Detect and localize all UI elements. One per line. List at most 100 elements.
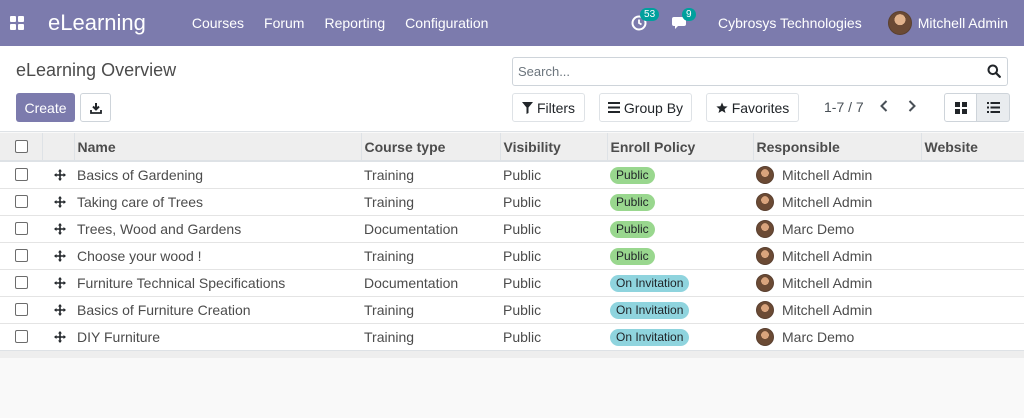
cell-name[interactable]: Choose your wood ! <box>74 241 361 269</box>
table-row[interactable]: Trees, Wood and Gardens Documentation Publ… <box>0 214 1024 242</box>
cell-website[interactable] <box>921 214 1024 242</box>
search-input[interactable] <box>513 58 973 85</box>
cell-responsible[interactable]: Mitchell Admin <box>753 187 921 215</box>
drag-handle-icon[interactable] <box>45 195 74 208</box>
list-view-icon[interactable] <box>977 93 1010 122</box>
filters-button[interactable]: Filters <box>512 93 585 122</box>
cell-website[interactable] <box>921 295 1024 323</box>
messages-badge: 9 <box>682 8 696 21</box>
column-name[interactable]: Name <box>73 133 361 162</box>
table-row[interactable]: Taking care of Trees Training Public Public… <box>0 187 1024 215</box>
groupby-button[interactable]: Group By <box>599 93 692 122</box>
messages-chat-icon[interactable]: 9 <box>672 8 696 32</box>
favorites-label: Favorites <box>731 99 790 116</box>
cell-course-type[interactable]: Training <box>361 187 500 215</box>
cell-course-type[interactable]: Training <box>361 241 500 269</box>
column-responsible[interactable]: Responsible <box>752 133 921 162</box>
kanban-view-icon[interactable] <box>944 93 977 122</box>
cell-responsible[interactable]: Marc Demo <box>753 214 921 242</box>
row-checkbox[interactable] <box>15 330 28 343</box>
column-visibility[interactable]: Visibility <box>499 133 607 162</box>
cell-course-type[interactable]: Documentation <box>361 214 500 242</box>
cell-course-type[interactable]: Training <box>361 295 500 323</box>
column-website[interactable]: Website <box>920 133 1024 162</box>
table-row[interactable]: Furniture Technical Specifications Docume… <box>0 268 1024 296</box>
cell-visibility[interactable]: Public <box>500 214 607 242</box>
cell-name[interactable]: Basics of Gardening <box>74 160 361 188</box>
table-row[interactable]: DIY Furniture Training Public On Invitation… <box>0 322 1024 350</box>
responsible-name: Mitchell Admin <box>782 274 873 291</box>
filter-icon <box>521 101 533 114</box>
cell-name[interactable]: Trees, Wood and Gardens <box>74 214 361 242</box>
drag-handle-icon[interactable] <box>45 303 74 316</box>
responsible-avatar <box>756 300 774 319</box>
cell-name[interactable]: Furniture Technical Specifications <box>74 268 361 296</box>
menu-item-courses[interactable]: Courses <box>192 15 244 31</box>
cell-enroll-policy[interactable]: On Invitation <box>607 268 753 296</box>
row-checkbox[interactable] <box>15 276 28 289</box>
table-row[interactable]: Choose your wood ! Training Public Public Mi… <box>0 241 1024 269</box>
responsible-avatar <box>756 273 774 292</box>
cell-name[interactable]: Basics of Furniture Creation <box>74 295 361 323</box>
drag-handle-icon[interactable] <box>45 168 74 181</box>
column-course-type[interactable]: Course type <box>360 133 500 162</box>
cell-enroll-policy[interactable]: Public <box>607 187 753 215</box>
cell-course-type[interactable]: Training <box>361 322 500 350</box>
cell-responsible[interactable]: Mitchell Admin <box>753 241 921 269</box>
pager-value[interactable]: 1-7 / 7 <box>824 99 864 115</box>
table-row[interactable]: Basics of Furniture Creation Training Publ… <box>0 295 1024 323</box>
drag-handle-icon[interactable] <box>45 276 74 289</box>
cell-visibility[interactable]: Public <box>500 295 607 323</box>
row-checkbox[interactable] <box>15 303 28 316</box>
cell-responsible[interactable]: Mitchell Admin <box>753 160 921 188</box>
cell-website[interactable] <box>921 187 1024 215</box>
table-footer <box>0 349 1024 358</box>
cell-website[interactable] <box>921 241 1024 269</box>
course-list: Name Course type Visibility Enroll Polic… <box>0 133 1024 358</box>
search-icon[interactable] <box>987 64 1001 83</box>
column-enroll-policy[interactable]: Enroll Policy <box>606 133 753 162</box>
favorites-button[interactable]: Favorites <box>706 93 799 122</box>
pager-previous-icon[interactable] <box>879 99 889 115</box>
cell-course-type[interactable]: Training <box>361 160 500 188</box>
cell-enroll-policy[interactable]: Public <box>607 214 753 242</box>
row-checkbox[interactable] <box>15 168 28 182</box>
cell-visibility[interactable]: Public <box>500 160 607 188</box>
cell-enroll-policy[interactable]: On Invitation <box>607 295 753 323</box>
cell-website[interactable] <box>921 268 1024 296</box>
pager-next-icon[interactable] <box>907 99 917 115</box>
cell-visibility[interactable]: Public <box>500 268 607 296</box>
row-checkbox[interactable] <box>15 249 28 262</box>
drag-handle-icon[interactable] <box>45 249 74 262</box>
apps-menu-icon[interactable] <box>10 16 24 30</box>
select-all-checkbox[interactable] <box>15 140 28 153</box>
cell-website[interactable] <box>921 322 1024 350</box>
cell-name[interactable]: Taking care of Trees <box>74 187 361 215</box>
cell-enroll-policy[interactable]: On Invitation <box>607 322 753 350</box>
cell-website[interactable] <box>921 160 1024 188</box>
cell-responsible[interactable]: Marc Demo <box>753 322 921 350</box>
cell-visibility[interactable]: Public <box>500 241 607 269</box>
create-button[interactable]: Create <box>16 93 75 122</box>
menu-item-configuration[interactable]: Configuration <box>405 15 488 31</box>
menu-item-reporting[interactable]: Reporting <box>324 15 385 31</box>
drag-handle-icon[interactable] <box>45 330 74 343</box>
cell-visibility[interactable]: Public <box>500 187 607 215</box>
cell-responsible[interactable]: Mitchell Admin <box>753 268 921 296</box>
download-button[interactable] <box>80 93 111 122</box>
cell-visibility[interactable]: Public <box>500 322 607 350</box>
menu-item-forum[interactable]: Forum <box>264 15 304 31</box>
cell-enroll-policy[interactable]: Public <box>607 160 753 188</box>
activity-clock-icon[interactable]: 53 <box>630 8 660 32</box>
user-menu[interactable]: Mitchell Admin <box>887 11 1008 35</box>
cell-responsible[interactable]: Mitchell Admin <box>753 295 921 323</box>
table-row[interactable]: Basics of Gardening Training Public Public M… <box>0 160 1024 188</box>
company-switcher[interactable]: Cybrosys Technologies <box>718 15 862 31</box>
row-checkbox[interactable] <box>15 222 28 235</box>
cell-name[interactable]: DIY Furniture <box>74 322 361 350</box>
drag-handle-icon[interactable] <box>45 222 74 235</box>
row-checkbox[interactable] <box>15 195 28 208</box>
cell-enroll-policy[interactable]: Public <box>607 241 753 269</box>
app-brand[interactable]: eLearning <box>48 10 146 36</box>
cell-course-type[interactable]: Documentation <box>361 268 500 296</box>
